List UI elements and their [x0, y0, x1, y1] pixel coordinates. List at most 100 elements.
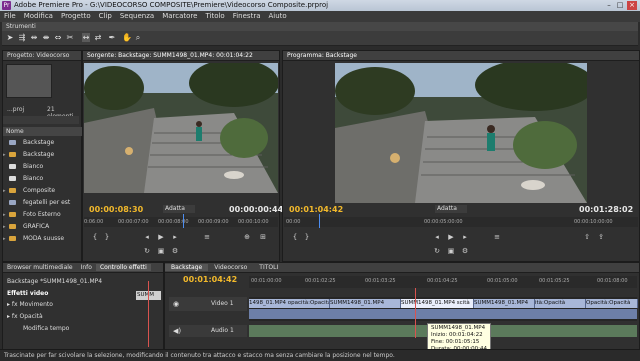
track-select-icon[interactable]: ⇶ [18, 33, 26, 42]
effect-row-motion[interactable]: ▸ fx Movimento [7, 301, 53, 308]
project-search-field[interactable] [3, 116, 79, 124]
program-fit-dropdown[interactable]: Adatta [435, 205, 467, 213]
step-back-icon[interactable]: ◂ [433, 233, 441, 241]
program-video-frame[interactable] [335, 63, 587, 203]
slip-tool-icon[interactable]: ↔ [82, 33, 90, 42]
hand-icon[interactable]: ✋ [122, 33, 132, 42]
minimize-icon[interactable]: – [604, 1, 614, 10]
step-forward-icon[interactable]: ▸ [171, 233, 179, 241]
tab-info[interactable]: Info [77, 264, 96, 271]
extract-icon[interactable]: ⇪ [597, 233, 605, 241]
tab-sequence-backstage[interactable]: Backstage [165, 264, 209, 271]
mark-out-icon[interactable]: } [103, 233, 111, 241]
project-tab[interactable]: Progetto: Videocorso [3, 51, 81, 61]
tools-panel-tab[interactable]: Strumenti [2, 22, 638, 31]
timeline-time-ruler[interactable]: 00:01:00:00 00:01:02:25 00:01:03:25 00:0… [249, 276, 637, 288]
lift-icon[interactable]: ⇧ [583, 233, 591, 241]
slide-tool-icon[interactable]: ⇄ [94, 33, 102, 42]
output-icon[interactable]: ⚙ [461, 247, 469, 255]
source-playhead[interactable] [183, 214, 184, 228]
tab-sequence-titoli[interactable]: TITOLI [253, 264, 284, 271]
program-timecode[interactable]: 00:01:04:42 [289, 205, 343, 214]
video-track-header[interactable]: ◉ Video 1 [169, 297, 247, 311]
zoom-icon[interactable]: ⌕ [134, 33, 142, 42]
status-bar: Trascinate per far scivolare la selezion… [0, 349, 640, 361]
jog-icon[interactable]: ≡ [203, 233, 211, 241]
ruler-label: 00:01:05:25 [539, 278, 570, 284]
project-item[interactable]: ▸ GRAFICA [3, 221, 79, 233]
tab-effect-controls[interactable]: Controllo effetti [95, 264, 151, 271]
menu-progetto[interactable]: Progetto [57, 11, 95, 22]
tab-sequence-videocorso[interactable]: Videocorso [208, 264, 253, 271]
output-icon[interactable]: ⚙ [171, 247, 179, 255]
safe-margins-icon[interactable]: ▣ [157, 247, 165, 255]
clip-icon [9, 200, 16, 205]
effects-playhead[interactable] [148, 281, 149, 347]
menu-modifica[interactable]: Modifica [20, 11, 57, 22]
program-playhead[interactable] [319, 214, 320, 228]
selection-tool-icon[interactable]: ➤ [6, 33, 14, 42]
project-name-column[interactable]: Nome [3, 127, 82, 136]
timeline-clip[interactable]: SUMM1498_01.MP4 [474, 299, 535, 308]
mark-out-icon[interactable]: } [303, 233, 311, 241]
project-item[interactable]: ▸ Backstage [3, 149, 79, 161]
eye-icon[interactable]: ◉ [173, 300, 179, 308]
timeline-timecode[interactable]: 00:01:04:42 [183, 275, 237, 284]
mark-in-icon[interactable]: { [91, 233, 99, 241]
program-time-ruler[interactable]: 00:00 00:00:05:00:00 00:00:10:00:00 [284, 217, 638, 227]
source-video-frame[interactable] [84, 63, 278, 193]
effect-row-time-remap[interactable]: Modifica tempo [23, 325, 69, 332]
timeline-clip[interactable]: Opacità:Opacità [586, 299, 638, 308]
loop-icon[interactable]: ↻ [433, 247, 441, 255]
expand-arrow-icon[interactable]: ▸ fx [7, 301, 20, 308]
ruler-label: 00:01:05:00 [487, 278, 518, 284]
timeline-clip-selected[interactable]: SUMM1498_01.MP4 scità [401, 299, 474, 308]
timeline-clip[interactable]: SUMM1498_01.MP4 [330, 299, 401, 308]
menu-aiuto[interactable]: Aiuto [264, 11, 290, 22]
project-item[interactable]: Backstage [3, 137, 79, 149]
timeline-playhead[interactable] [415, 288, 416, 338]
play-icon[interactable]: ▶ [157, 233, 165, 241]
menu-titolo[interactable]: Titolo [201, 11, 228, 22]
step-back-icon[interactable]: ◂ [143, 233, 151, 241]
jog-icon[interactable]: ≡ [493, 233, 501, 241]
source-time-ruler[interactable]: 0:06:00 00:00:07:00 00:00:08:00 00:00:09… [84, 217, 278, 227]
project-item[interactable]: ▸ Foto Esterno [3, 209, 79, 221]
razor-icon[interactable]: ✂ [66, 33, 74, 42]
insert-icon[interactable]: ⊕ [243, 233, 251, 241]
menu-clip[interactable]: Clip [95, 11, 116, 22]
mark-in-icon[interactable]: { [291, 233, 299, 241]
source-monitor-tab[interactable]: Sorgente: Backstage: SUMM1498_01.MP4: 00… [83, 51, 279, 61]
expand-arrow-icon[interactable]: ▸ fx [7, 313, 20, 320]
project-item[interactable]: Bianco [3, 161, 79, 173]
tools-toolbar: ➤ ⇶ ⇹ ⇼ ⇔ ✂ ↔ ⇄ ✒ ✋ ⌕ [2, 31, 638, 46]
menu-finestra[interactable]: Finestra [229, 11, 265, 22]
source-timecode[interactable]: 00:00:08:30 [89, 205, 143, 214]
project-item[interactable]: fegatelli per est [3, 197, 79, 209]
project-item[interactable]: ▸ MODA suusse [3, 233, 79, 245]
safe-margins-icon[interactable]: ▣ [447, 247, 455, 255]
loop-icon[interactable]: ↻ [143, 247, 151, 255]
timeline-clip[interactable]: 1498_01.MP4 opacità:Opacità [249, 299, 330, 308]
timeline-clip[interactable]: ità:Opacità [535, 299, 586, 308]
tab-media-browser[interactable]: Browser multimediale [3, 264, 77, 271]
maximize-icon[interactable]: □ [615, 1, 625, 10]
rate-stretch-icon[interactable]: ⇔ [54, 33, 62, 42]
close-icon[interactable]: × [627, 1, 637, 10]
pen-icon[interactable]: ✒ [108, 33, 116, 42]
menu-marcatore[interactable]: Marcatore [158, 11, 201, 22]
play-icon[interactable]: ▶ [447, 233, 455, 241]
effect-row-opacity[interactable]: ▸ fx Opacità [7, 313, 43, 320]
source-fit-dropdown[interactable]: Adatta [163, 205, 195, 213]
audio-track-header[interactable]: ◀) Audio 1 [169, 325, 247, 337]
step-forward-icon[interactable]: ▸ [461, 233, 469, 241]
speaker-icon[interactable]: ◀) [173, 327, 181, 335]
menu-sequenza[interactable]: Sequenza [116, 11, 158, 22]
menu-file[interactable]: File [0, 11, 20, 22]
project-item[interactable]: Bianco [3, 173, 79, 185]
ripple-edit-icon[interactable]: ⇹ [30, 33, 38, 42]
rolling-edit-icon[interactable]: ⇼ [42, 33, 50, 42]
overlay-icon[interactable]: ⊞ [259, 233, 267, 241]
program-monitor-tab[interactable]: Programma: Backstage [283, 51, 639, 61]
project-item[interactable]: ▸ Composite [3, 185, 79, 197]
